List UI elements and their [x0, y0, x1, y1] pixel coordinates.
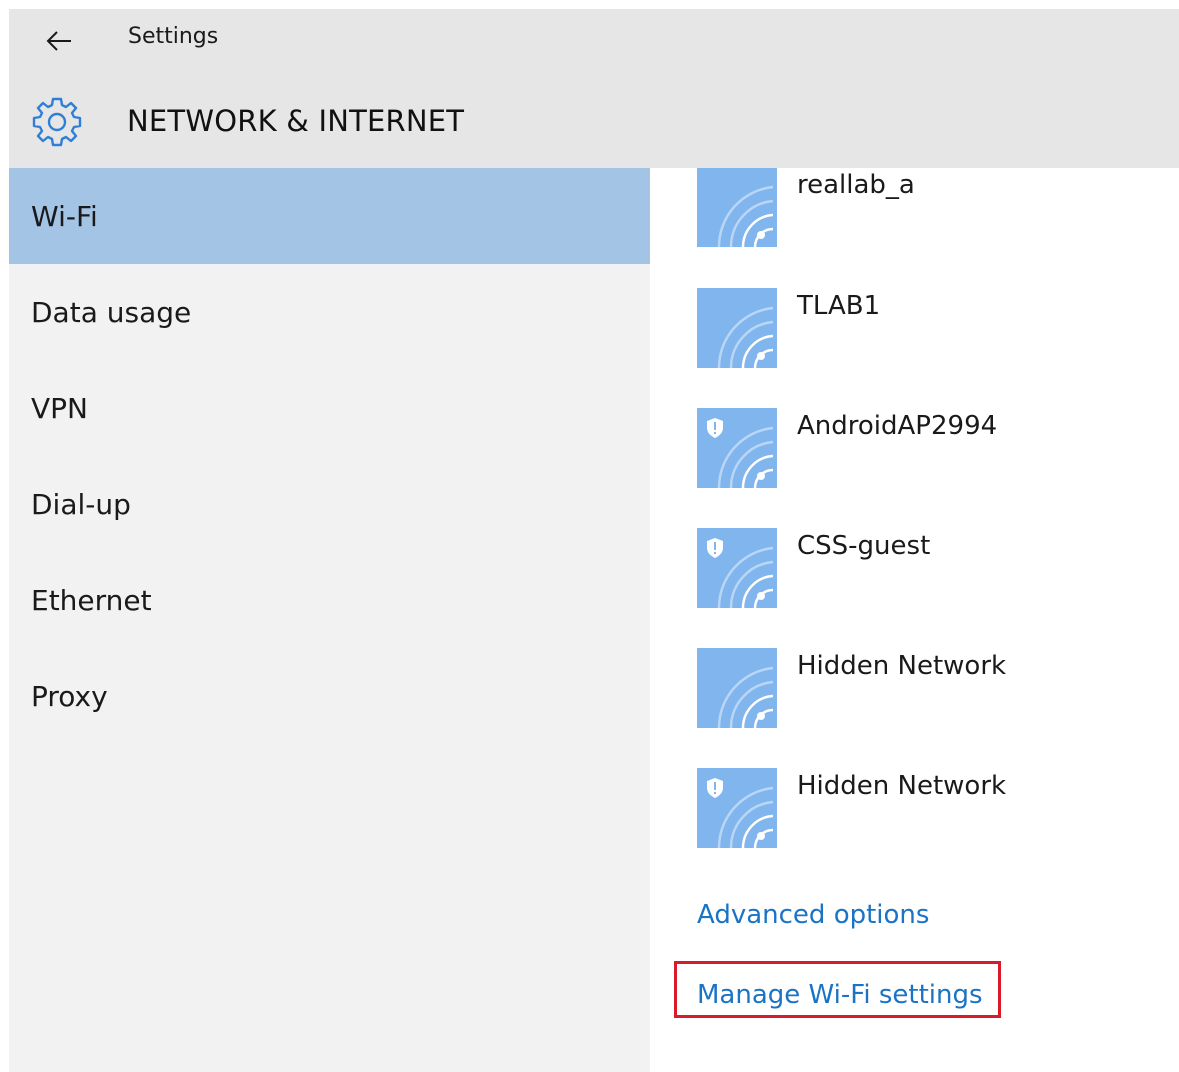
- back-arrow-icon: [46, 31, 71, 51]
- network-tile: [697, 768, 777, 849]
- network-tile: [697, 648, 777, 729]
- wifi-signal-icon: [717, 185, 774, 248]
- sidebar-item-wifi[interactable]: Wi-Fi: [9, 168, 650, 264]
- gear-icon: [31, 95, 83, 147]
- advanced-options-link[interactable]: Advanced options: [697, 900, 929, 930]
- network-name: TLAB1: [797, 291, 881, 321]
- sidebar-item-ethernet[interactable]: Ethernet: [9, 552, 650, 648]
- wifi-signal-icon: [717, 666, 774, 729]
- network-item[interactable]: Hidden Network: [697, 768, 1117, 850]
- network-item[interactable]: CSS-guest: [697, 528, 1117, 610]
- network-name: AndroidAP2994: [797, 411, 998, 441]
- network-name: reallab_a: [797, 170, 915, 200]
- sidebar-item-dial-up[interactable]: Dial-up: [9, 456, 650, 552]
- shield-icon: [707, 778, 723, 798]
- network-tile: [697, 288, 777, 369]
- network-item[interactable]: Hidden Network: [697, 648, 1117, 730]
- network-item[interactable]: TLAB1: [697, 288, 1117, 370]
- sidebar-item-data-usage[interactable]: Data usage: [9, 264, 650, 360]
- highlight-annotation-box: [674, 961, 1001, 1018]
- sidebar-item-vpn[interactable]: VPN: [9, 360, 650, 456]
- network-name: Hidden Network: [797, 651, 1007, 681]
- back-button[interactable]: [39, 25, 79, 57]
- network-item[interactable]: AndroidAP2994: [697, 408, 1117, 490]
- header-bar: Settings NETWORK & INTERNET: [9, 9, 1179, 168]
- network-tile: [697, 168, 777, 248]
- sidebar-item-proxy[interactable]: Proxy: [9, 648, 650, 744]
- wifi-signal-icon: [717, 306, 774, 369]
- settings-window: Settings NETWORK & INTERNET Wi-Fi Data u…: [9, 9, 1179, 1072]
- network-name: CSS-guest: [797, 531, 931, 561]
- network-tile: [697, 408, 777, 489]
- network-name: Hidden Network: [797, 771, 1007, 801]
- app-title: Settings: [128, 24, 219, 49]
- shield-icon: [707, 418, 723, 438]
- network-tile: [697, 528, 777, 609]
- page-title: NETWORK & INTERNET: [127, 104, 465, 138]
- shield-icon: [707, 538, 723, 558]
- network-item[interactable]: reallab_a: [697, 168, 1117, 249]
- wifi-network-list: reallab_a TLAB1 AndroidAP2994 CSS-guest …: [650, 168, 1179, 1072]
- sidebar: Wi-Fi Data usage VPN Dial-up Ethernet Pr…: [9, 168, 650, 1072]
